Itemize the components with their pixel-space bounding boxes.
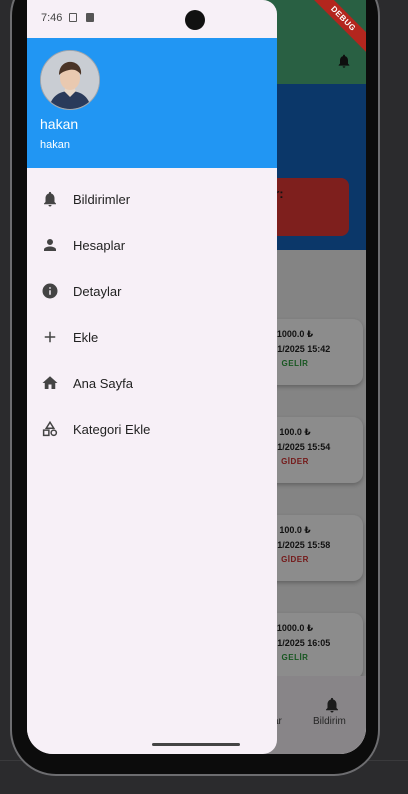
drawer-item-label: Hesaplar bbox=[73, 237, 126, 253]
drawer-item-bildirimler[interactable]: Bildirimler bbox=[27, 176, 277, 222]
drawer-item-label: Ana Sayfa bbox=[73, 375, 133, 391]
category-icon bbox=[41, 420, 59, 438]
avatar-image bbox=[41, 51, 99, 109]
user-email: hakan bbox=[40, 139, 70, 151]
person-icon bbox=[41, 236, 59, 254]
sd-card-icon bbox=[86, 13, 94, 22]
drawer-item-kategori-ekle[interactable]: Kategori Ekle bbox=[27, 406, 277, 452]
notification-icon bbox=[69, 13, 77, 22]
device-screen: er: 1000.0 ₺ 04/01/2025 15:42 GELİR 100.… bbox=[27, 0, 366, 754]
drawer-item-ana-sayfa[interactable]: Ana Sayfa bbox=[27, 360, 277, 406]
drawer-header: hakan hakan bbox=[27, 38, 277, 168]
avatar[interactable] bbox=[40, 50, 100, 110]
status-bar: 7:46 bbox=[27, 0, 277, 36]
home-icon bbox=[41, 374, 59, 392]
user-name: hakan bbox=[40, 116, 79, 132]
drawer-item-label: Detaylar bbox=[73, 283, 122, 299]
drawer-menu: Bildirimler Hesaplar Detaylar Ekle Ana S… bbox=[27, 176, 277, 452]
drawer-item-detaylar[interactable]: Detaylar bbox=[27, 268, 277, 314]
drawer-item-ekle[interactable]: Ekle bbox=[27, 314, 277, 360]
drawer-item-hesaplar[interactable]: Hesaplar bbox=[27, 222, 277, 268]
home-indicator[interactable] bbox=[152, 743, 240, 746]
navigation-drawer: 7:46 hakan hakan Bildirimler Hesaplar De… bbox=[27, 0, 277, 754]
drawer-item-label: Ekle bbox=[73, 329, 99, 345]
status-time: 7:46 bbox=[41, 12, 63, 24]
front-camera bbox=[185, 10, 205, 30]
drawer-item-label: Kategori Ekle bbox=[73, 421, 151, 437]
drawer-item-label: Bildirimler bbox=[73, 191, 131, 207]
bell-icon bbox=[41, 190, 59, 208]
add-icon bbox=[41, 328, 59, 346]
info-icon bbox=[41, 282, 59, 300]
